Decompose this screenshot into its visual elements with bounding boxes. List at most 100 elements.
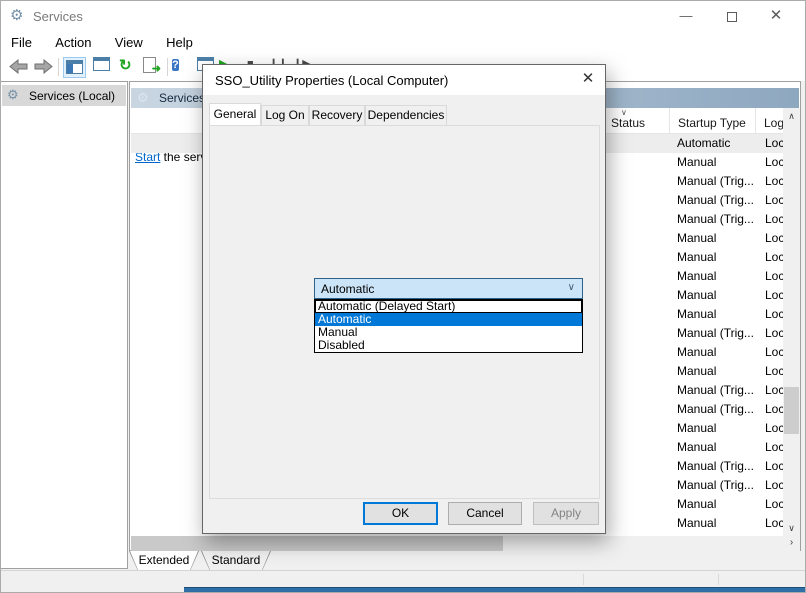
cell-startup-type: Manual (Trig... <box>677 326 755 340</box>
column-header-startup-label: Startup Type <box>678 116 746 130</box>
ok-button[interactable]: OK <box>363 502 438 525</box>
properties-dialog: SSO_Utility Properties (Local Computer) … <box>202 64 606 534</box>
scrollbar-thumb[interactable] <box>784 387 799 434</box>
maximize-button[interactable] <box>709 1 755 31</box>
cell-log-on-as: Loca <box>765 459 783 473</box>
dropdown-option-automatic-delayed[interactable]: Automatic (Delayed Start) <box>315 300 582 313</box>
services-gear-icon: ⚙ <box>7 87 19 103</box>
minimize-button[interactable]: — <box>663 1 709 31</box>
cell-startup-type: Manual (Trig... <box>677 383 755 397</box>
dropdown-option-automatic[interactable]: Automatic <box>315 313 582 326</box>
sidebar-item-services-local[interactable]: ⚙ Services (Local) <box>2 85 126 106</box>
menu-action[interactable]: Action <box>45 31 101 54</box>
column-header-status[interactable]: ∨ Status <box>603 108 670 134</box>
refresh-icon[interactable]: ↻ <box>119 57 132 78</box>
cell-startup-type: Manual <box>677 288 755 302</box>
tab-standard-label: Standard <box>202 551 270 570</box>
cell-startup-type: Manual (Trig... <box>677 212 755 226</box>
view-tabs: Extended Standard <box>129 551 273 571</box>
combobox-value: Automatic <box>321 282 374 296</box>
column-header-log-on-as[interactable]: Log <box>756 108 785 134</box>
dialog-titlebar: SSO_Utility Properties (Local Computer) … <box>203 65 605 95</box>
menu-file[interactable]: File <box>1 31 42 54</box>
horizontal-scrollbar[interactable]: › <box>131 536 800 551</box>
tab-dependencies[interactable]: Dependencies <box>365 105 447 125</box>
cell-log-on-as: Loca <box>765 364 783 378</box>
background-window-edge <box>184 587 805 593</box>
close-button[interactable]: ✕ <box>753 1 799 31</box>
menu-bar: File Action View Help <box>1 31 805 54</box>
cell-startup-type: Automatic <box>677 136 755 150</box>
cell-log-on-as: Loca <box>765 383 783 397</box>
startup-type-combobox[interactable]: Automatic ∨ <box>314 278 583 299</box>
back-arrow-icon[interactable] <box>9 59 28 80</box>
column-header-log-label: Log <box>764 116 784 130</box>
forward-arrow-icon[interactable] <box>34 59 53 80</box>
cell-log-on-as: Loca <box>765 288 783 302</box>
tab-extended[interactable]: Extended <box>129 551 199 571</box>
scroll-up-icon[interactable]: ∧ <box>783 108 800 124</box>
cell-startup-type: Manual <box>677 345 755 359</box>
scroll-down-icon[interactable]: ∨ <box>783 520 800 536</box>
cancel-button[interactable]: Cancel <box>448 502 522 525</box>
cell-log-on-as: Loca <box>765 193 783 207</box>
scroll-right-icon[interactable]: › <box>783 536 800 551</box>
export-list-icon[interactable]: ➜ <box>143 57 156 78</box>
column-header-status-label: Status <box>611 116 645 130</box>
dialog-close-button[interactable]: ✕ <box>571 65 605 95</box>
cell-log-on-as: Loca <box>765 402 783 416</box>
toolbar-separator <box>167 58 168 76</box>
cell-startup-type: Manual <box>677 440 755 454</box>
cell-log-on-as: Loca <box>765 136 783 150</box>
toolbar-separator <box>58 58 59 76</box>
cell-log-on-as: Loca <box>765 155 783 169</box>
cell-log-on-as: Loca <box>765 497 783 511</box>
tab-general[interactable]: General <box>209 103 261 125</box>
cell-startup-type: Manual <box>677 155 755 169</box>
cell-startup-type: Manual (Trig... <box>677 193 755 207</box>
cell-startup-type: Manual <box>677 364 755 378</box>
services-gear-icon: ⚙ <box>137 90 149 106</box>
cell-log-on-as: Loca <box>765 478 783 492</box>
statusbar-separator <box>583 574 584 585</box>
cell-log-on-as: Loca <box>765 440 783 454</box>
vertical-scrollbar[interactable]: ∧ ∨ <box>783 108 800 536</box>
tab-recovery[interactable]: Recovery <box>309 105 365 125</box>
startup-type-dropdown: Automatic (Delayed Start) Automatic Manu… <box>314 299 583 353</box>
cell-log-on-as: Loca <box>765 421 783 435</box>
cell-log-on-as: Loca <box>765 174 783 188</box>
cell-startup-type: Manual (Trig... <box>677 478 755 492</box>
apply-button[interactable]: Apply <box>533 502 599 525</box>
cell-log-on-as: Loca <box>765 231 783 245</box>
cell-log-on-as: Loca <box>765 345 783 359</box>
services-window: ⚙ Services — ✕ File Action View Help ↻ ➜… <box>0 0 806 593</box>
cell-log-on-as: Loca <box>765 326 783 340</box>
show-console-tree-icon[interactable] <box>63 57 86 78</box>
column-header-startup-type[interactable]: Startup Type <box>670 108 756 134</box>
cell-startup-type: Manual <box>677 231 755 245</box>
cell-startup-type: Manual (Trig... <box>677 402 755 416</box>
cell-log-on-as: Loca <box>765 212 783 226</box>
dropdown-option-manual[interactable]: Manual <box>315 326 582 339</box>
cell-log-on-as: Loca <box>765 269 783 283</box>
tab-log-on[interactable]: Log On <box>261 105 309 125</box>
menu-help[interactable]: Help <box>156 31 203 54</box>
help-icon[interactable]: ? <box>172 57 179 78</box>
tree-root-label: Services (Local) <box>29 89 115 103</box>
cell-log-on-as: Loca <box>765 307 783 321</box>
statusbar-separator <box>718 574 719 585</box>
chevron-down-icon: ∨ <box>568 282 575 293</box>
status-bar <box>1 570 805 587</box>
menu-view[interactable]: View <box>105 31 153 54</box>
scrollbar-thumb[interactable] <box>131 536 503 551</box>
dialog-title: SSO_Utility Properties (Local Computer) <box>215 73 448 88</box>
cell-log-on-as: Loca <box>765 516 783 530</box>
services-gear-icon: ⚙ <box>10 7 23 25</box>
tab-extended-label: Extended <box>130 551 198 570</box>
cell-startup-type: Manual <box>677 250 755 264</box>
cell-log-on-as: Loca <box>765 250 783 264</box>
dropdown-option-disabled[interactable]: Disabled <box>315 339 582 352</box>
cell-startup-type: Manual (Trig... <box>677 459 755 473</box>
properties-icon[interactable] <box>93 57 110 78</box>
tab-standard[interactable]: Standard <box>201 551 271 571</box>
